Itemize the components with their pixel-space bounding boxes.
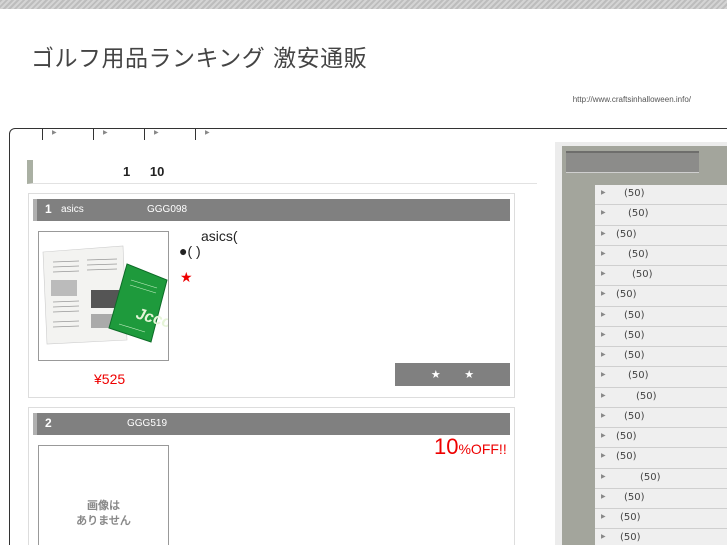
sidebar-category-item[interactable]: ▶ (50)	[595, 185, 727, 206]
arrow-right-icon: ▶	[601, 513, 606, 520]
item-title-bar: 2 GGG519	[33, 413, 510, 435]
category-count: (50)	[628, 208, 649, 220]
sidebar-category-item[interactable]: ▶ (50)	[595, 428, 727, 449]
arrow-right-icon: ▶	[601, 432, 606, 439]
category-count: (50)	[628, 248, 649, 260]
top-nav: ▶ ▶ ▶ ▶	[42, 128, 215, 142]
arrow-right-icon: ▶	[154, 129, 159, 136]
product-price: ¥525	[94, 371, 126, 387]
category-count: (50)	[620, 532, 641, 544]
category-count: (50)	[640, 471, 661, 483]
category-count: (50)	[624, 329, 645, 341]
discount-suffix: %OFF!!	[458, 441, 507, 457]
sidebar-category-item[interactable]: ▶ (50)	[595, 488, 727, 509]
sidebar-category-item[interactable]: ▶ (50)	[595, 367, 727, 388]
arrow-right-icon: ▶	[601, 391, 606, 399]
sidebar-category-item[interactable]: ▶ (50)	[595, 306, 727, 327]
category-count: (50)	[632, 269, 653, 280]
sidebar-category-item[interactable]: ▶ (50)	[595, 286, 727, 307]
sidebar-heading	[566, 151, 699, 173]
sidebar-category-item[interactable]: ▶ (50)	[595, 468, 727, 489]
category-count: (50)	[616, 289, 637, 301]
product-image[interactable]: Jcco	[38, 231, 169, 361]
product-name[interactable]: asics(	[201, 228, 238, 244]
category-count: (50)	[624, 188, 645, 199]
no-image-line2: ありません	[76, 514, 131, 527]
arrow-right-icon: ▶	[601, 209, 606, 217]
sidebar-category-item[interactable]: ▶ (50)	[595, 529, 727, 545]
site-title[interactable]: ゴルフ用品ランキング 激安通販	[31, 39, 367, 73]
item-code: GGG098	[147, 204, 188, 215]
arrow-right-icon: ▶	[601, 452, 606, 460]
ranking-item-2: 2 GGG519 10%OFF!! 画像は ありません	[28, 407, 515, 545]
category-count: (50)	[624, 309, 645, 321]
arrow-right-icon: ▶	[601, 472, 606, 480]
category-count: (50)	[624, 350, 645, 361]
arrow-right-icon: ▶	[601, 371, 606, 379]
review-button[interactable]: ★ ★	[395, 363, 510, 386]
category-count: (50)	[624, 410, 645, 422]
sidebar-category-item[interactable]: ▶ (50)	[595, 245, 727, 266]
ranking-item-1: 1 asics GGG098 Jcco asics(●() ★ ¥525 ★…	[28, 193, 515, 398]
nav-item-1[interactable]: ▶	[42, 128, 93, 140]
category-list: ▶ (50) ▶ (50) ▶ (50) ▶ (50) ▶ (50) ▶ (50) ▶ (50) ▶ (50)…	[595, 185, 727, 545]
arrow-right-icon: ▶	[52, 129, 57, 136]
sidebar-category-item[interactable]: ▶ (50)	[595, 448, 727, 469]
top-pattern-bar	[0, 0, 727, 9]
category-count: (50)	[616, 228, 637, 240]
sidebar-category-item[interactable]: ▶ (50)	[595, 205, 727, 226]
arrow-right-icon: ▶	[601, 310, 606, 318]
item-code: GGG519	[127, 418, 168, 429]
arrow-right-icon: ▶	[601, 229, 606, 237]
nav-item-4[interactable]: ▶	[195, 128, 215, 140]
item-brand: asics	[61, 204, 84, 215]
sidebar-category-item[interactable]: ▶ (50)	[595, 225, 727, 246]
arrow-right-icon: ▶	[601, 351, 606, 358]
item-rank: 1	[45, 202, 52, 216]
no-image-line1: 画像は	[87, 499, 120, 512]
sidebar-category-item[interactable]: ▶ (50)	[595, 326, 727, 347]
category-count: (50)	[624, 491, 645, 503]
ranking-heading-text: 1 10	[123, 164, 165, 179]
discount-label: 10%OFF!!	[434, 434, 507, 460]
category-count: (50)	[620, 512, 641, 523]
sidebar-category-item[interactable]: ▶ (50)	[595, 387, 727, 408]
ranking-section-heading: 1 10	[27, 160, 537, 184]
sidebar-category-item[interactable]: ▶ (50)	[595, 266, 727, 287]
book-illustration: Jcco	[39, 232, 168, 360]
arrow-right-icon: ▶	[103, 129, 108, 136]
arrow-right-icon: ▶	[601, 270, 606, 277]
no-image-text: 画像は ありません	[39, 498, 168, 528]
category-count: (50)	[616, 431, 637, 442]
arrow-right-icon: ▶	[601, 492, 606, 500]
product-image-placeholder[interactable]: 画像は ありません	[38, 445, 169, 545]
sidebar: ▶ (50) ▶ (50) ▶ (50) ▶ (50) ▶ (50) ▶ (50) ▶ (50) ▶ (50)…	[555, 142, 727, 545]
category-count: (50)	[616, 451, 637, 463]
sidebar-category-item[interactable]: ▶ (50)	[595, 407, 727, 428]
category-count: (50)	[636, 390, 657, 402]
nav-item-3[interactable]: ▶	[144, 128, 195, 140]
arrow-right-icon: ▶	[601, 533, 606, 541]
arrow-right-icon: ▶	[601, 290, 606, 298]
sidebar-category-item[interactable]: ▶ (50)	[595, 347, 727, 368]
item-title-bar: 1 asics GGG098	[33, 199, 510, 221]
arrow-right-icon: ▶	[205, 129, 210, 136]
star-icon: ★	[180, 270, 193, 286]
site-url[interactable]: http://www.craftsinhalloween.info/	[573, 95, 691, 104]
arrow-right-icon: ▶	[601, 189, 606, 196]
item-rank: 2	[45, 416, 52, 430]
arrow-right-icon: ▶	[601, 249, 606, 257]
sidebar-category-item[interactable]: ▶ (50)	[595, 509, 727, 530]
arrow-right-icon: ▶	[601, 330, 606, 338]
product-name-line2: ●( )	[179, 243, 201, 259]
discount-number: 10	[434, 434, 459, 459]
category-count: (50)	[628, 370, 649, 382]
arrow-right-icon: ▶	[601, 411, 606, 419]
nav-item-2[interactable]: ▶	[93, 128, 144, 140]
